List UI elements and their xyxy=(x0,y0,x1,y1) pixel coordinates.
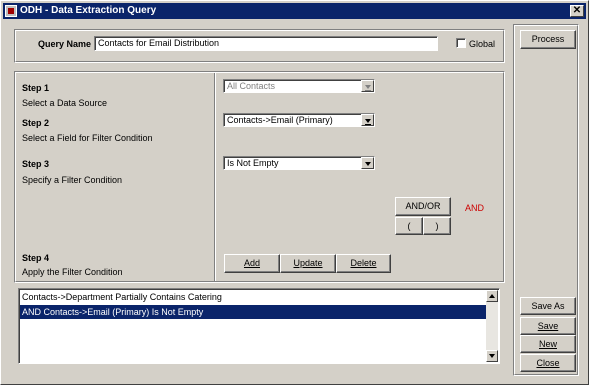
open-paren-label: ( xyxy=(407,221,411,231)
save-button[interactable]: Save xyxy=(520,317,576,335)
filter-condition-select[interactable]: Is Not Empty xyxy=(223,156,375,170)
close-label: Close xyxy=(536,358,560,368)
query-window: ODH - Data Extraction Query ✕ Query Name… xyxy=(0,0,589,385)
and-or-button[interactable]: AND/OR xyxy=(395,197,451,216)
step2-desc: Select a Field for Filter Condition xyxy=(22,133,153,143)
delete-button[interactable]: Delete xyxy=(336,254,391,273)
title-bar: ODH - Data Extraction Query ✕ xyxy=(3,3,586,19)
process-label: Process xyxy=(531,34,565,44)
scroll-up-icon[interactable] xyxy=(486,290,498,302)
chevron-down-icon[interactable] xyxy=(361,157,374,169)
scroll-down-icon[interactable] xyxy=(486,350,498,362)
query-name-input[interactable]: Contacts for Email Distribution xyxy=(94,36,438,51)
close-paren-label: ) xyxy=(435,221,439,231)
filter-condition-value: Is Not Empty xyxy=(227,158,279,168)
list-item[interactable]: AND Contacts->Email (Primary) Is Not Emp… xyxy=(20,305,487,319)
step3-title: Step 3 xyxy=(22,159,50,169)
step2-title: Step 2 xyxy=(22,118,50,128)
close-button[interactable]: Close xyxy=(520,354,576,372)
chevron-down-icon[interactable] xyxy=(361,114,374,126)
save-as-button[interactable]: Save As xyxy=(520,297,576,315)
conditions-list[interactable]: Contacts->Department Partially Contains … xyxy=(18,288,500,364)
process-button[interactable]: Process xyxy=(520,30,576,49)
update-button[interactable]: Update xyxy=(280,254,336,273)
close-paren-button[interactable]: ) xyxy=(423,217,451,235)
step3-desc: Specify a Filter Condition xyxy=(22,175,123,185)
new-button[interactable]: New xyxy=(520,335,576,353)
update-label: Update xyxy=(293,258,323,268)
step1-title: Step 1 xyxy=(22,83,50,93)
app-icon xyxy=(5,5,17,17)
add-label: Add xyxy=(243,258,260,268)
global-label: Global xyxy=(469,39,496,49)
save-as-label: Save As xyxy=(531,301,565,311)
query-name-label: Query Name xyxy=(38,39,92,49)
global-checkbox[interactable] xyxy=(456,38,466,48)
window-title: ODH - Data Extraction Query xyxy=(20,5,157,16)
data-source-select[interactable]: All Contacts xyxy=(223,79,375,93)
step4-title: Step 4 xyxy=(22,253,50,263)
save-label: Save xyxy=(537,321,559,331)
close-window-button[interactable]: ✕ xyxy=(570,5,584,17)
step1-desc: Select a Data Source xyxy=(22,98,108,108)
filter-field-select[interactable]: Contacts->Email (Primary) xyxy=(223,113,375,127)
and-or-label: AND/OR xyxy=(405,201,441,211)
steps-divider-highlight xyxy=(215,73,216,281)
step4-desc: Apply the Filter Condition xyxy=(22,267,123,277)
delete-label: Delete xyxy=(350,258,377,268)
data-source-value: All Contacts xyxy=(227,81,276,91)
new-label: New xyxy=(538,339,557,349)
query-name-value: Contacts for Email Distribution xyxy=(98,38,220,48)
list-scrollbar[interactable] xyxy=(486,290,498,362)
current-operator: AND xyxy=(465,203,485,213)
chevron-down-icon[interactable] xyxy=(361,80,374,92)
open-paren-button[interactable]: ( xyxy=(395,217,423,235)
filter-field-value: Contacts->Email (Primary) xyxy=(227,115,333,125)
add-button[interactable]: Add xyxy=(224,254,280,273)
list-item[interactable]: Contacts->Department Partially Contains … xyxy=(20,290,487,304)
